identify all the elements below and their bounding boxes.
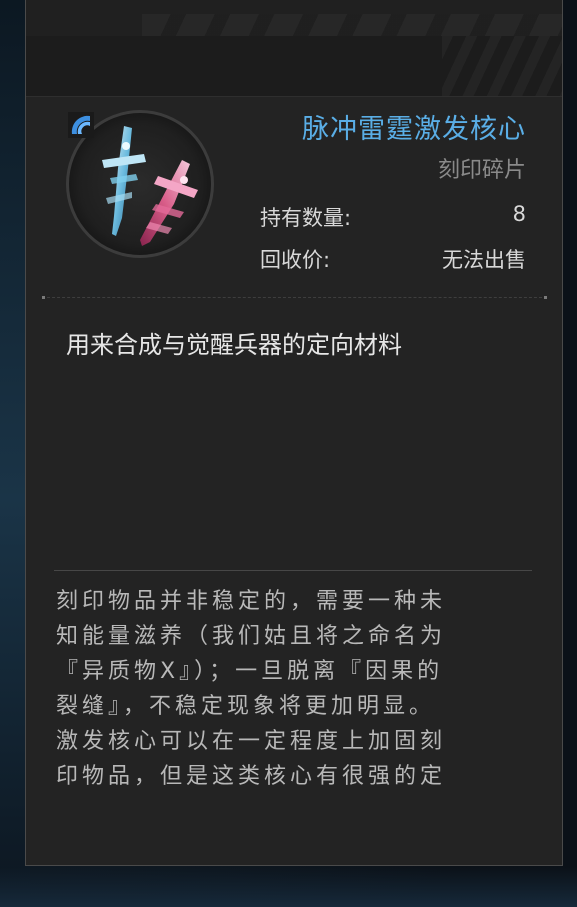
item-name: 脉冲雷霆激发核心 xyxy=(302,114,526,145)
stat-recycle-value: 无法出售 xyxy=(442,248,526,272)
lore-divider xyxy=(54,570,532,571)
lore-line: 『异质物X』）；一旦脱离『因果的 xyxy=(56,659,444,684)
lore-line: 激发核心可以在一定程度上加固刻 xyxy=(56,729,447,754)
header-stripe-decoration xyxy=(142,14,562,36)
stat-quantity-label: 持有数量: xyxy=(260,206,352,230)
lore-text-block[interactable]: 刻印物品并非稳定的，需要一种未 知能量滋养（我们姑且将之命名为 『异质物X』）；… xyxy=(56,584,536,794)
background-bottom xyxy=(0,867,577,907)
section-divider xyxy=(42,296,547,300)
lore-line: 裂缝』，不稳定现象将更加明显。 xyxy=(56,694,436,719)
lore-line: 刻印物品并非稳定的，需要一种未 xyxy=(56,589,447,614)
dual-swords-icon xyxy=(102,126,198,246)
item-type-label: 刻印碎片 xyxy=(437,158,526,183)
item-description: 用来合成与觉醒兵器的定向材料 xyxy=(66,331,402,359)
header-stripe-decoration-2 xyxy=(442,36,562,96)
lore-line: 印物品，但是这类核心有很强的定 xyxy=(56,764,447,789)
lore-line: 知能量滋养（我们姑且将之命名为 xyxy=(56,624,447,649)
item-detail-panel: 脉冲雷霆激发核心 刻印碎片 持有数量: 8 回收价: 无法出售 用来合成与觉醒兵… xyxy=(25,0,563,866)
item-icon-frame[interactable] xyxy=(66,108,216,260)
stat-recycle-label: 回收价: xyxy=(260,248,331,272)
panel-header-bar xyxy=(26,0,562,97)
stat-quantity-value: 8 xyxy=(512,202,526,226)
